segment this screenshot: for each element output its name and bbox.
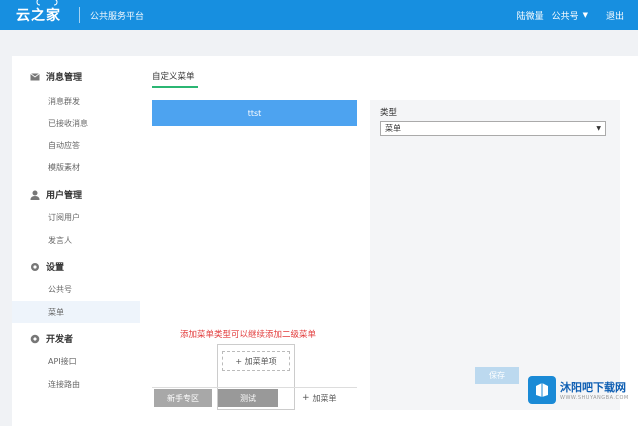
user-menu: 陆微量 公共号 ▼ 退出 <box>517 9 638 22</box>
nav-group-messages: 消息管理 <box>30 70 82 83</box>
account-switcher[interactable]: 公共号 <box>552 9 579 22</box>
watermark-logo-icon <box>528 376 556 404</box>
type-label: 类型 <box>380 108 398 118</box>
user-name[interactable]: 陆微量 <box>517 9 544 22</box>
watermark-text: 沐阳吧下载网 WWW.SHUYANGBA.COM <box>560 379 629 401</box>
nav-group-users: 用户管理 <box>30 188 82 201</box>
watermark-url: WWW.SHUYANGBA.COM <box>560 395 629 401</box>
sidebar: 消息管理 消息群发 已接收消息 自动应答 模版素材 用户管理 订阅用户 发言人 … <box>12 56 142 426</box>
watermark-title: 沐阳吧下载网 <box>560 381 626 394</box>
tab-custom-menu[interactable]: 自定义菜单 <box>152 70 195 82</box>
add-menu-label: 加菜单 <box>312 393 337 403</box>
developer-icon <box>30 334 40 344</box>
cloud-icon <box>36 0 58 6</box>
user-icon <box>30 190 40 200</box>
menu-button-newbie[interactable]: 新手专区 <box>154 389 212 407</box>
sidebar-item-templates[interactable]: 模版素材 <box>12 156 140 178</box>
sidebar-item-api[interactable]: API接口 <box>12 350 140 372</box>
message-icon <box>30 72 40 82</box>
nav-group-settings: 设置 <box>30 260 64 273</box>
sidebar-item-auto-reply[interactable]: 自动应答 <box>12 134 140 156</box>
add-submenu-item-button[interactable]: + 加菜单项 <box>222 351 290 371</box>
gear-icon <box>30 262 40 272</box>
sidebar-item-subscribers[interactable]: 订阅用户 <box>12 206 140 228</box>
add-menu-button[interactable]: + 加菜单 <box>302 389 337 407</box>
nav-group-label: 消息管理 <box>46 73 83 83</box>
sidebar-item-received[interactable]: 已接收消息 <box>12 112 140 134</box>
menu-bar: 新手专区 测试 + 加菜单 <box>152 387 357 407</box>
menu-preview-header[interactable]: ttst <box>152 100 357 126</box>
nav-group-developer: 开发者 <box>30 332 73 345</box>
menu-config-panel: 类型 菜单 ▼ <box>370 100 620 410</box>
brand-divider <box>79 7 80 23</box>
tab-underline <box>152 86 198 88</box>
sidebar-item-mass-send[interactable]: 消息群发 <box>12 90 140 112</box>
brand-subtitle: 公共服务平台 <box>90 11 145 22</box>
sidebar-item-menu[interactable]: 菜单 <box>12 301 140 323</box>
brand-logo: 云之家 <box>16 8 61 24</box>
menu-button-test[interactable]: 测试 <box>218 389 278 407</box>
caret-down-icon[interactable]: ▼ <box>583 11 588 19</box>
watermark: 沐阳吧下载网 WWW.SHUYANGBA.COM <box>528 370 638 410</box>
hint-text: 添加菜单类型可以继续添加二级菜单 <box>180 330 317 340</box>
type-select-value: 菜单 <box>385 124 401 133</box>
nav-group-label: 用户管理 <box>46 191 83 201</box>
chevron-down-icon: ▼ <box>596 125 601 132</box>
type-select[interactable]: 菜单 ▼ <box>380 121 606 136</box>
sidebar-item-public-account[interactable]: 公共号 <box>12 278 140 300</box>
nav-group-label: 开发者 <box>46 335 74 345</box>
brand[interactable]: 云之家 公共服务平台 <box>0 0 144 30</box>
top-bar: 云之家 公共服务平台 陆微量 公共号 ▼ 退出 <box>0 0 638 30</box>
logout-link[interactable]: 退出 <box>606 9 624 22</box>
save-button[interactable]: 保存 <box>475 367 519 384</box>
sidebar-item-speakers[interactable]: 发言人 <box>12 229 140 251</box>
plus-icon: + <box>302 393 310 403</box>
nav-group-label: 设置 <box>46 263 65 273</box>
sidebar-item-routing[interactable]: 连接路由 <box>12 373 140 395</box>
